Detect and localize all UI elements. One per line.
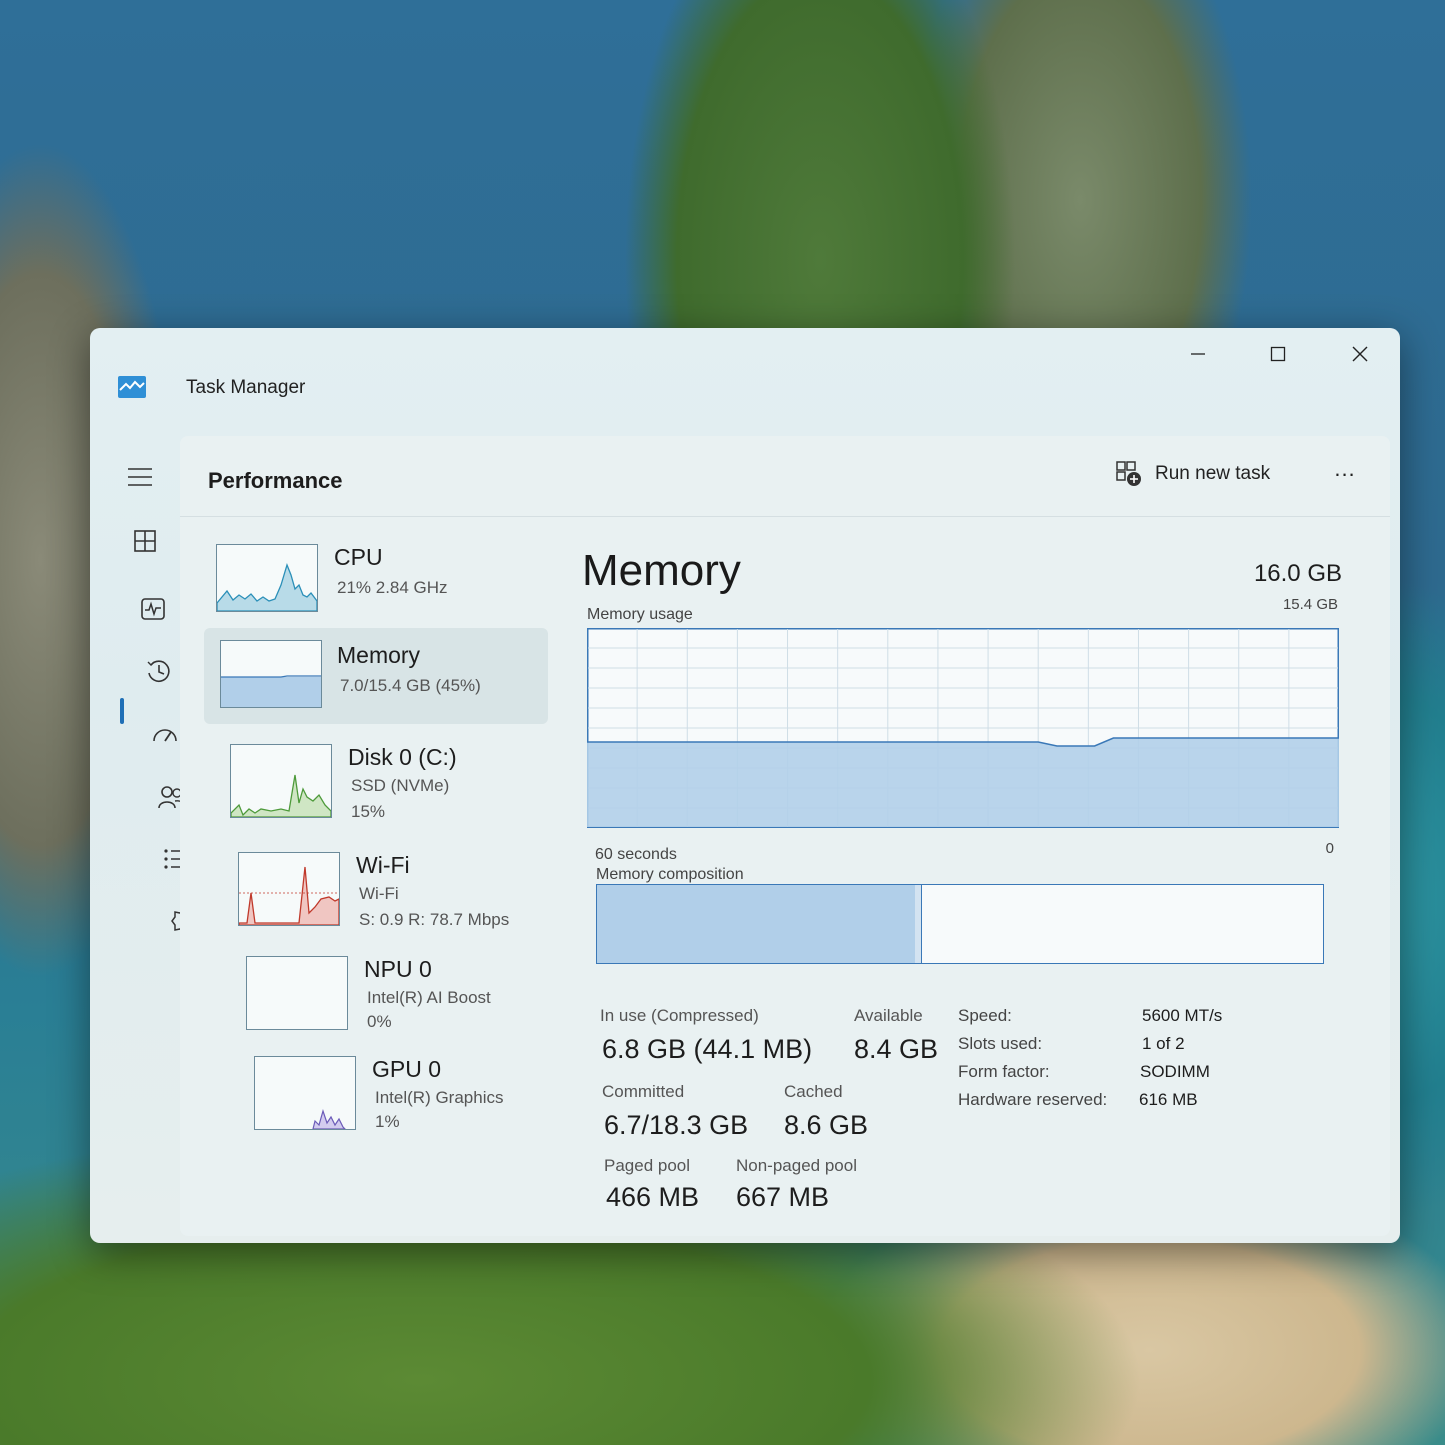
device-item-npu[interactable]: NPU 0 Intel(R) AI Boost 0% (234, 948, 564, 1034)
in-use-value: 6.8 GB (44.1 MB) (602, 1034, 813, 1064)
composition-modified[interactable] (915, 885, 922, 963)
device-name: Memory (337, 642, 421, 668)
memory-thumbnail-graph (220, 640, 322, 708)
memory-composition-label: Memory composition (596, 866, 744, 883)
page-title: Performance (208, 468, 343, 493)
device-name: Wi-Fi (356, 852, 410, 878)
memory-usage-graph (587, 628, 1339, 828)
committed-value: 6.7/18.3 GB (604, 1110, 749, 1140)
in-use-label: In use (Compressed) (600, 1006, 759, 1025)
time-span-label: 60 seconds (595, 846, 677, 863)
device-detail: S: 0.9 R: 78.7 Mbps (359, 910, 510, 929)
run-new-task-icon (1116, 461, 1141, 486)
wifi-thumbnail-graph (238, 852, 340, 926)
task-manager-window: Task Manager Performance Run new task ..… (90, 328, 1400, 1243)
device-name: CPU (334, 544, 383, 570)
device-name: Disk 0 (C:) (348, 744, 457, 770)
device-detail: Wi-Fi (359, 884, 399, 903)
cached-label: Cached (784, 1082, 843, 1101)
paged-pool-label: Paged pool (604, 1156, 691, 1175)
memory-usage-max: 15.4 GB (1282, 596, 1338, 613)
startup-apps-icon[interactable] (148, 718, 182, 752)
more-options-button[interactable]: ... (1325, 454, 1365, 484)
minimize-icon (1191, 353, 1205, 355)
hardware-reserved-value: 616 MB (1139, 1090, 1198, 1109)
device-item-memory[interactable]: Memory 7.0/15.4 GB (45%) (204, 628, 548, 724)
npu-thumbnail-graph (246, 956, 348, 1030)
minimize-button[interactable] (1168, 338, 1228, 370)
zero-label: 0 (1325, 840, 1334, 857)
slots-used-label: Slots used: (958, 1034, 1043, 1053)
device-detail: Intel(R) Graphics (375, 1088, 504, 1107)
device-item-gpu[interactable]: GPU 0 Intel(R) Graphics 1% (242, 1048, 572, 1134)
hamburger-icon[interactable] (123, 460, 157, 494)
app-history-icon[interactable] (142, 654, 176, 688)
device-name: GPU 0 (372, 1056, 442, 1082)
close-icon (1352, 346, 1368, 362)
cached-value: 8.6 GB (784, 1110, 869, 1140)
gpu-thumbnail-graph (254, 1056, 356, 1130)
device-item-cpu[interactable]: CPU 21% 2.84 GHz (204, 536, 534, 622)
task-manager-icon (118, 376, 146, 398)
processes-icon[interactable] (128, 524, 162, 558)
performance-icon[interactable] (136, 592, 170, 626)
form-factor-label: Form factor: (958, 1062, 1050, 1081)
maximize-button[interactable] (1248, 338, 1308, 370)
committed-label: Committed (602, 1082, 685, 1101)
speed-value: 5600 MT/s (1142, 1006, 1223, 1025)
window-title: Task Manager (186, 377, 306, 398)
device-detail: 15% (351, 802, 386, 821)
memory-usage-label: Memory usage (587, 606, 693, 623)
non-paged-pool-value: 667 MB (736, 1182, 830, 1212)
composition-in-use[interactable] (597, 885, 917, 963)
device-detail: SSD (NVMe) (351, 776, 450, 795)
page-header: Performance Run new task ... (180, 436, 1390, 517)
run-new-task-button[interactable]: Run new task (1115, 456, 1270, 492)
title-bar[interactable]: Task Manager (90, 328, 1400, 428)
memory-composition-bar[interactable] (596, 884, 1324, 964)
device-detail: 21% 2.84 GHz (337, 578, 448, 597)
available-value: 8.4 GB (854, 1034, 939, 1064)
active-nav-indicator (120, 698, 124, 724)
form-factor-value: SODIMM (1140, 1062, 1210, 1081)
maximize-icon (1270, 346, 1286, 362)
cpu-thumbnail-graph (216, 544, 318, 612)
available-label: Available (854, 1006, 923, 1025)
device-detail: 0% (367, 1012, 392, 1031)
hardware-reserved-label: Hardware reserved: (958, 1090, 1108, 1109)
device-detail: Intel(R) AI Boost (367, 988, 491, 1007)
memory-title: Memory (582, 546, 741, 595)
speed-label: Speed: (958, 1006, 1012, 1025)
device-detail: 7.0/15.4 GB (45%) (340, 676, 481, 695)
paged-pool-value: 466 MB (606, 1182, 700, 1212)
device-detail: 1% (375, 1112, 400, 1131)
slots-used-value: 1 of 2 (1142, 1034, 1185, 1053)
memory-detail-panel: Memory 16.0 GB Memory usage 15.4 GB 60 s… (582, 546, 1352, 1226)
memory-total: 16.0 GB (1253, 560, 1342, 587)
device-name: NPU 0 (364, 956, 432, 982)
performance-page: Performance Run new task ... CPU 21% 2.8… (180, 436, 1390, 1236)
navigation-rail (90, 428, 218, 1243)
device-item-wifi[interactable]: Wi-Fi Wi-Fi S: 0.9 R: 78.7 Mbps (226, 844, 556, 930)
non-paged-pool-label: Non-paged pool (736, 1156, 857, 1175)
close-button[interactable] (1330, 338, 1390, 370)
disk-thumbnail-graph (230, 744, 332, 818)
device-item-disk[interactable]: Disk 0 (C:) SSD (NVMe) 15% (218, 736, 548, 822)
run-new-task-label: Run new task (1155, 463, 1271, 484)
